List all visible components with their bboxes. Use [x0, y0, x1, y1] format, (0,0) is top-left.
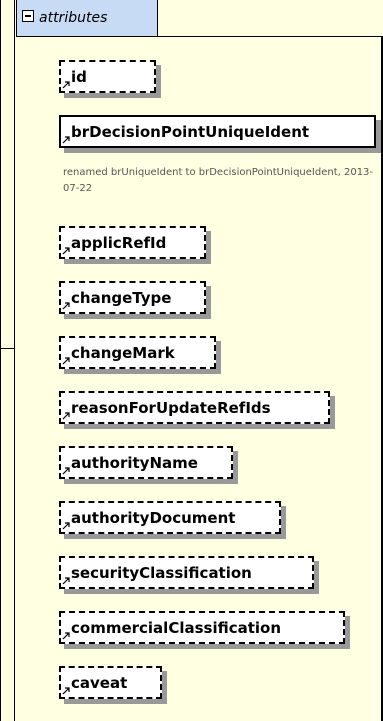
attribute-group-header[interactable]: attributes — [16, 0, 158, 37]
attribute-arrow-icon — [62, 136, 70, 144]
attribute-group: attributes id brDecisionPointUniqueIdent… — [14, 0, 383, 721]
connector-line — [0, 348, 14, 349]
attribute-name: authorityName — [71, 454, 198, 472]
attribute-changeType[interactable]: changeType — [59, 281, 206, 314]
attribute-arrow-icon — [62, 632, 70, 640]
attribute-arrow-icon — [62, 467, 70, 475]
attribute-arrow-icon — [62, 577, 70, 585]
attribute-caveat[interactable]: caveat — [59, 666, 162, 699]
attribute-name: changeMark — [71, 344, 175, 362]
attribute-arrow-icon — [62, 522, 70, 530]
attribute-name: id — [71, 68, 87, 86]
attribute-brDecisionPointUniqueIdent[interactable]: brDecisionPointUniqueIdent — [59, 115, 376, 148]
attribute-name: changeType — [71, 289, 172, 307]
attribute-id[interactable]: id — [59, 60, 156, 93]
attribute-name: caveat — [71, 674, 128, 692]
attribute-securityClassification[interactable]: securityClassification — [59, 556, 314, 589]
attribute-name: authorityDocument — [71, 509, 236, 527]
attribute-arrow-icon — [62, 81, 70, 89]
attribute-name: applicRefId — [71, 234, 167, 252]
attribute-reasonForUpdateRefIds[interactable]: reasonForUpdateRefIds — [59, 391, 330, 424]
attribute-name: reasonForUpdateRefIds — [71, 399, 271, 417]
attribute-name: securityClassification — [71, 564, 252, 582]
attribute-arrow-icon — [62, 687, 70, 695]
attribute-arrow-icon — [62, 247, 70, 255]
attribute-authorityName[interactable]: authorityName — [59, 446, 233, 479]
minus-box-icon[interactable] — [22, 10, 34, 22]
attribute-changeMark[interactable]: changeMark — [59, 336, 216, 369]
attribute-authorityDocument[interactable]: authorityDocument — [59, 501, 281, 534]
outer-frame-line — [0, 0, 1, 721]
attribute-name: brDecisionPointUniqueIdent — [71, 123, 310, 141]
attribute-arrow-icon — [62, 412, 70, 420]
attribute-arrow-icon — [62, 357, 70, 365]
attribute-annotation: renamed brUniqueIdent to brDecisionPoint… — [63, 167, 374, 194]
attribute-commercialClassification[interactable]: commercialClassification — [59, 611, 345, 644]
attribute-applicRefId[interactable]: applicRefId — [59, 226, 206, 259]
attribute-arrow-icon — [62, 302, 70, 310]
attribute-panel: id brDecisionPointUniqueIdent renamed br… — [16, 36, 383, 721]
attribute-group-label: attributes — [39, 10, 108, 26]
attribute-name: commercialClassification — [71, 619, 282, 637]
